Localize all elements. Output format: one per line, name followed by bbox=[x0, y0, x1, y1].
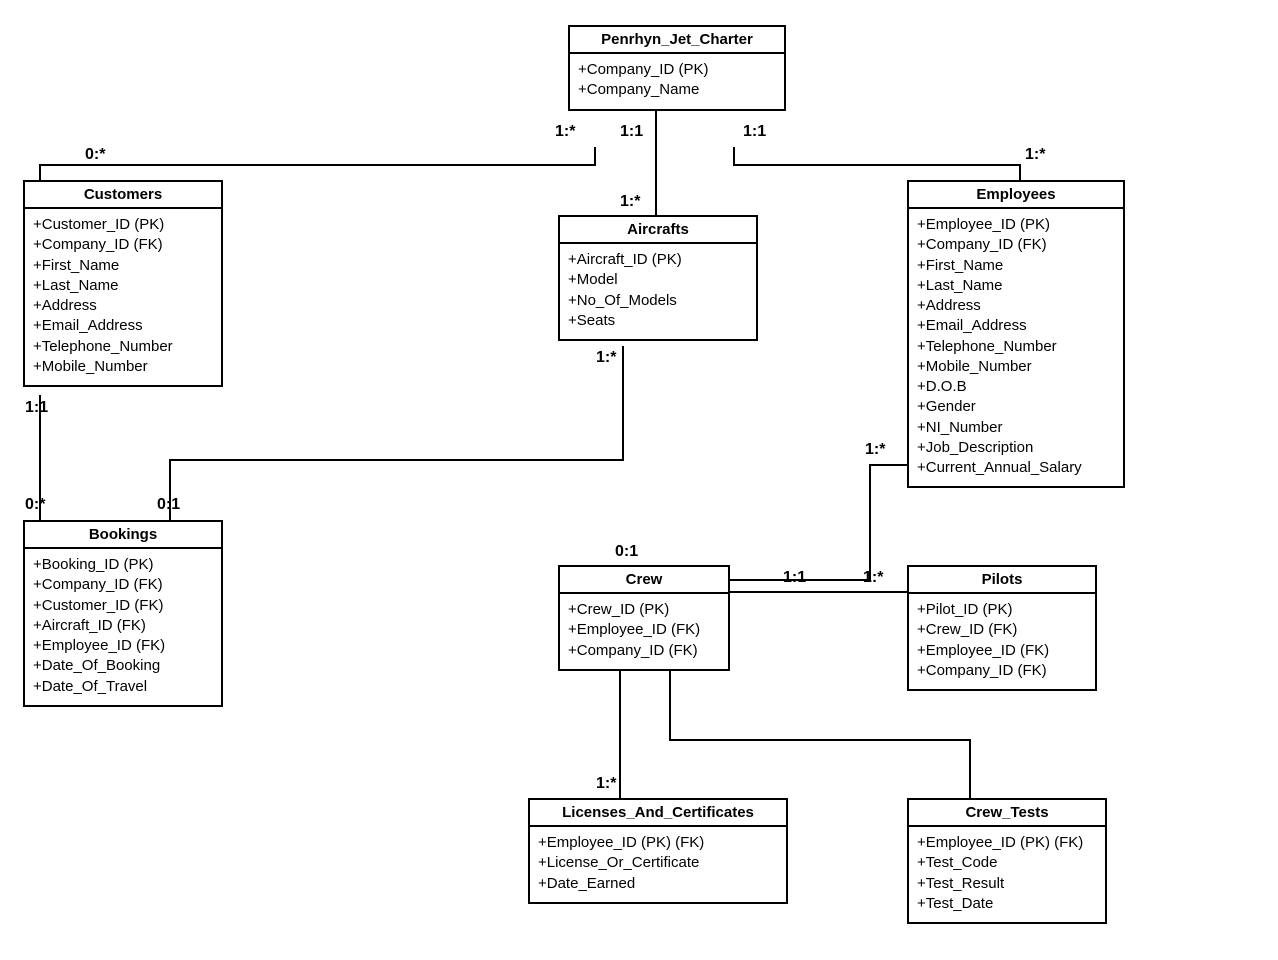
cardinality-label: 0:1 bbox=[157, 496, 180, 514]
attr: +Crew_ID (PK) bbox=[568, 600, 720, 620]
cardinality-label: 1:1 bbox=[743, 123, 766, 141]
cardinality-label: 1:* bbox=[596, 775, 616, 793]
attr: +Company_ID (FK) bbox=[917, 235, 1115, 255]
attr: +Customer_ID (FK) bbox=[33, 596, 213, 616]
cardinality-label: 1:1 bbox=[783, 569, 806, 587]
diagram-canvas: Penrhyn_Jet_Charter +Company_ID (PK) +Co… bbox=[0, 0, 1278, 960]
attr: +Current_Annual_Salary bbox=[917, 458, 1115, 478]
attr: +Email_Address bbox=[33, 316, 213, 336]
entity-title: Licenses_And_Certificates bbox=[530, 800, 786, 827]
attr: +Mobile_Number bbox=[33, 357, 213, 377]
cardinality-label: 1:1 bbox=[25, 399, 48, 417]
attr: +Aircraft_ID (FK) bbox=[33, 616, 213, 636]
entity-title: Crew bbox=[560, 567, 728, 594]
attr: +Company_Name bbox=[578, 80, 776, 100]
cardinality-label: 1:* bbox=[555, 123, 575, 141]
cardinality-label: 0:* bbox=[85, 146, 105, 164]
entity-title: Aircrafts bbox=[560, 217, 756, 244]
entity-penrhyn: Penrhyn_Jet_Charter +Company_ID (PK) +Co… bbox=[568, 25, 786, 111]
cardinality-label: 1:* bbox=[863, 569, 883, 587]
entity-title: Employees bbox=[909, 182, 1123, 209]
attr: +Company_ID (FK) bbox=[33, 235, 213, 255]
entity-attrs: +Employee_ID (PK) (FK) +Test_Code +Test_… bbox=[909, 827, 1105, 922]
attr: +License_Or_Certificate bbox=[538, 853, 778, 873]
cardinality-label: 1:1 bbox=[620, 123, 643, 141]
entity-attrs: +Employee_ID (PK) +Company_ID (FK) +Firs… bbox=[909, 209, 1123, 486]
attr: +No_Of_Models bbox=[568, 291, 748, 311]
entity-attrs: +Booking_ID (PK) +Company_ID (FK) +Custo… bbox=[25, 549, 221, 705]
entity-attrs: +Customer_ID (PK) +Company_ID (FK) +Firs… bbox=[25, 209, 221, 385]
attr: +Test_Code bbox=[917, 853, 1097, 873]
cardinality-label: 1:* bbox=[620, 193, 640, 211]
cardinality-label: 1:* bbox=[865, 441, 885, 459]
attr: +Employee_ID (FK) bbox=[33, 636, 213, 656]
entity-crewtests: Crew_Tests +Employee_ID (PK) (FK) +Test_… bbox=[907, 798, 1107, 924]
attr: +Test_Result bbox=[917, 874, 1097, 894]
attr: +Pilot_ID (PK) bbox=[917, 600, 1087, 620]
attr: +Gender bbox=[917, 397, 1115, 417]
attr: +Date_Earned bbox=[538, 874, 778, 894]
attr: +Company_ID (FK) bbox=[568, 641, 720, 661]
attr: +Last_Name bbox=[33, 276, 213, 296]
attr: +Address bbox=[33, 296, 213, 316]
entity-licenses: Licenses_And_Certificates +Employee_ID (… bbox=[528, 798, 788, 904]
attr: +Crew_ID (FK) bbox=[917, 620, 1087, 640]
entity-title: Crew_Tests bbox=[909, 800, 1105, 827]
attr: +Company_ID (FK) bbox=[917, 661, 1087, 681]
attr: +Model bbox=[568, 270, 748, 290]
entity-crew: Crew +Crew_ID (PK) +Employee_ID (FK) +Co… bbox=[558, 565, 730, 671]
entity-attrs: +Pilot_ID (PK) +Crew_ID (FK) +Employee_I… bbox=[909, 594, 1095, 689]
entity-title: Bookings bbox=[25, 522, 221, 549]
attr: +NI_Number bbox=[917, 418, 1115, 438]
attr: +Address bbox=[917, 296, 1115, 316]
entity-attrs: +Aircraft_ID (PK) +Model +No_Of_Models +… bbox=[560, 244, 756, 339]
entity-attrs: +Crew_ID (PK) +Employee_ID (FK) +Company… bbox=[560, 594, 728, 669]
attr: +Customer_ID (PK) bbox=[33, 215, 213, 235]
attr: +Job_Description bbox=[917, 438, 1115, 458]
attr: +Company_ID (PK) bbox=[578, 60, 776, 80]
cardinality-label: 1:* bbox=[1025, 146, 1045, 164]
attr: +Last_Name bbox=[917, 276, 1115, 296]
attr: +Date_Of_Booking bbox=[33, 656, 213, 676]
attr: +Employee_ID (FK) bbox=[917, 641, 1087, 661]
attr: +Telephone_Number bbox=[33, 337, 213, 357]
attr: +First_Name bbox=[33, 256, 213, 276]
entity-employees: Employees +Employee_ID (PK) +Company_ID … bbox=[907, 180, 1125, 488]
attr: +Date_Of_Travel bbox=[33, 677, 213, 697]
attr: +Employee_ID (PK) (FK) bbox=[538, 833, 778, 853]
attr: +Booking_ID (PK) bbox=[33, 555, 213, 575]
entity-title: Pilots bbox=[909, 567, 1095, 594]
attr: +Telephone_Number bbox=[917, 337, 1115, 357]
attr: +Aircraft_ID (PK) bbox=[568, 250, 748, 270]
attr: +Test_Date bbox=[917, 894, 1097, 914]
attr: +Seats bbox=[568, 311, 748, 331]
attr: +Employee_ID (PK) bbox=[917, 215, 1115, 235]
entity-title: Penrhyn_Jet_Charter bbox=[570, 27, 784, 54]
entity-pilots: Pilots +Pilot_ID (PK) +Crew_ID (FK) +Emp… bbox=[907, 565, 1097, 691]
cardinality-label: 0:* bbox=[25, 496, 45, 514]
cardinality-label: 1:* bbox=[596, 349, 616, 367]
entity-customers: Customers +Customer_ID (PK) +Company_ID … bbox=[23, 180, 223, 387]
attr: +Employee_ID (PK) (FK) bbox=[917, 833, 1097, 853]
attr: +First_Name bbox=[917, 256, 1115, 276]
entity-aircrafts: Aircrafts +Aircraft_ID (PK) +Model +No_O… bbox=[558, 215, 758, 341]
attr: +Company_ID (FK) bbox=[33, 575, 213, 595]
attr: +Email_Address bbox=[917, 316, 1115, 336]
entity-title: Customers bbox=[25, 182, 221, 209]
entity-bookings: Bookings +Booking_ID (PK) +Company_ID (F… bbox=[23, 520, 223, 707]
entity-attrs: +Employee_ID (PK) (FK) +License_Or_Certi… bbox=[530, 827, 786, 902]
attr: +Mobile_Number bbox=[917, 357, 1115, 377]
cardinality-label: 0:1 bbox=[615, 543, 638, 561]
attr: +Employee_ID (FK) bbox=[568, 620, 720, 640]
entity-attrs: +Company_ID (PK) +Company_Name bbox=[570, 54, 784, 109]
attr: +D.O.B bbox=[917, 377, 1115, 397]
